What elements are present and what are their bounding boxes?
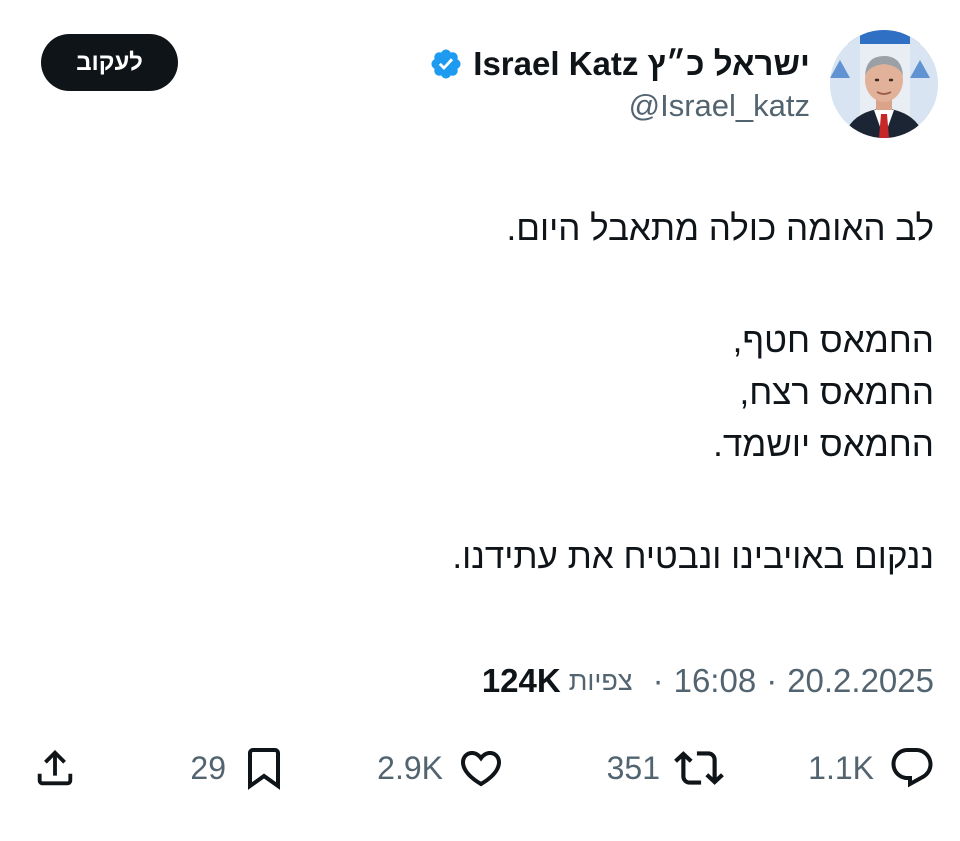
heart-icon (457, 744, 505, 792)
tweet-line: החמאס חטף, (732, 321, 934, 360)
meta-separator: · (652, 662, 664, 699)
author-name-row[interactable]: ישראל כ״ץ Israel Katz (429, 40, 810, 88)
tweet-line: החמאס יושמד. (713, 425, 934, 464)
retweet-count: 351 (606, 749, 660, 786)
tweet-line: ננקום באויבינו ונבטיח את עתידנו. (452, 537, 934, 576)
views-label: צפיות (568, 665, 633, 696)
bookmark-count: 29 (190, 749, 226, 786)
reply-count: 1.1K (808, 749, 874, 786)
tweet-time[interactable]: 16:08 (674, 662, 757, 700)
bookmark-button[interactable]: 29 (190, 738, 288, 798)
share-button[interactable] (32, 738, 78, 798)
retweet-button[interactable]: 351 (607, 738, 724, 798)
tweet-card: ישראל כ״ץ Israel Katz @Israel_katz לעקוב… (0, 0, 960, 841)
reply-button[interactable]: 1.1K (808, 738, 936, 798)
avatar[interactable] (830, 30, 938, 138)
like-button[interactable]: 2.9K (377, 738, 505, 798)
profile-photo-icon (830, 30, 938, 138)
reply-icon (888, 744, 936, 792)
action-bar: 1.1K 351 2.9K 29 (0, 738, 960, 798)
views-count[interactable]: 124K (482, 662, 561, 700)
tweet-date[interactable]: 20.2.2025 (787, 662, 934, 700)
share-icon (32, 745, 78, 791)
author-handle[interactable]: @Israel_katz (629, 88, 810, 124)
retweet-icon (674, 743, 724, 793)
tweet-text: לב האומה כולה מתאבל היום. החמאס חטף, החמ… (34, 203, 934, 583)
tweet-line: לב האומה כולה מתאבל היום. (506, 209, 934, 248)
like-count: 2.9K (377, 749, 443, 786)
bookmark-icon (240, 744, 288, 792)
follow-button[interactable]: לעקוב (41, 34, 178, 91)
meta-separator: · (766, 662, 778, 699)
tweet-line: החמאס רצח, (739, 373, 934, 412)
tweet-meta: 20.2.2025 · 16:08 · צפיות 124K (482, 656, 934, 706)
author-name[interactable]: ישראל כ״ץ Israel Katz (473, 45, 810, 83)
verified-badge-icon (429, 47, 463, 81)
